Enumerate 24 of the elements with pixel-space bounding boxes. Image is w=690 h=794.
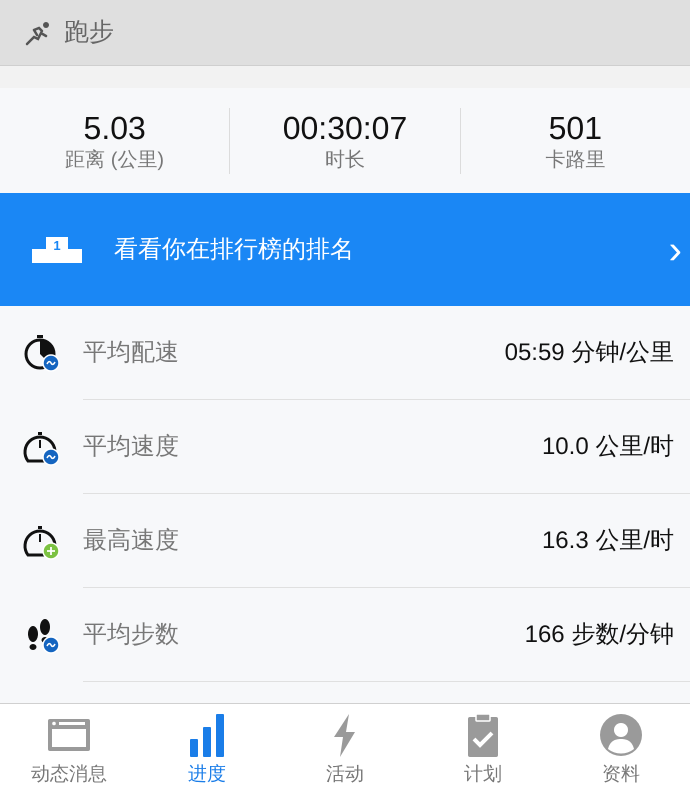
- stat-value: 5.03: [84, 108, 146, 146]
- tab-bar-item[interactable]: 进度: [138, 704, 276, 794]
- stat-label: 距离 (公里): [65, 148, 164, 172]
- user-avatar-icon: [599, 712, 643, 757]
- metric-value: 166 步数/分钟: [524, 620, 674, 650]
- metric-value: 10.0 公里/时: [542, 432, 674, 462]
- metric-label: 最高速度: [83, 526, 180, 556]
- chevron-icon: ›: [668, 230, 682, 270]
- header-title: 跑步: [64, 16, 114, 48]
- stat-label: 卡路里: [545, 148, 606, 172]
- stat-label: 时长: [324, 148, 365, 172]
- tab-bar-item[interactable]: 动态消息: [0, 704, 138, 794]
- metric-label: 平均速度: [83, 432, 180, 462]
- tab-bar-item[interactable]: 计划: [414, 704, 552, 794]
- tab-bar-item[interactable]: 资料: [552, 704, 690, 794]
- tab-bar-item[interactable]: 活动: [276, 704, 414, 794]
- metric-value: 05:59 分钟/公里: [504, 338, 674, 368]
- metric-value: 16.3 公里/时: [542, 526, 674, 556]
- leaderboard-banner[interactable]: 1 看看你在排行榜的排名 ›: [0, 193, 690, 306]
- metric-label: 平均步数: [83, 620, 180, 650]
- stat-value: 00:30:07: [282, 108, 408, 146]
- metric-label: 平均配速: [83, 338, 180, 368]
- banner-text: 看看你在排行榜的排名: [114, 234, 355, 264]
- stat-value: 501: [548, 108, 602, 146]
